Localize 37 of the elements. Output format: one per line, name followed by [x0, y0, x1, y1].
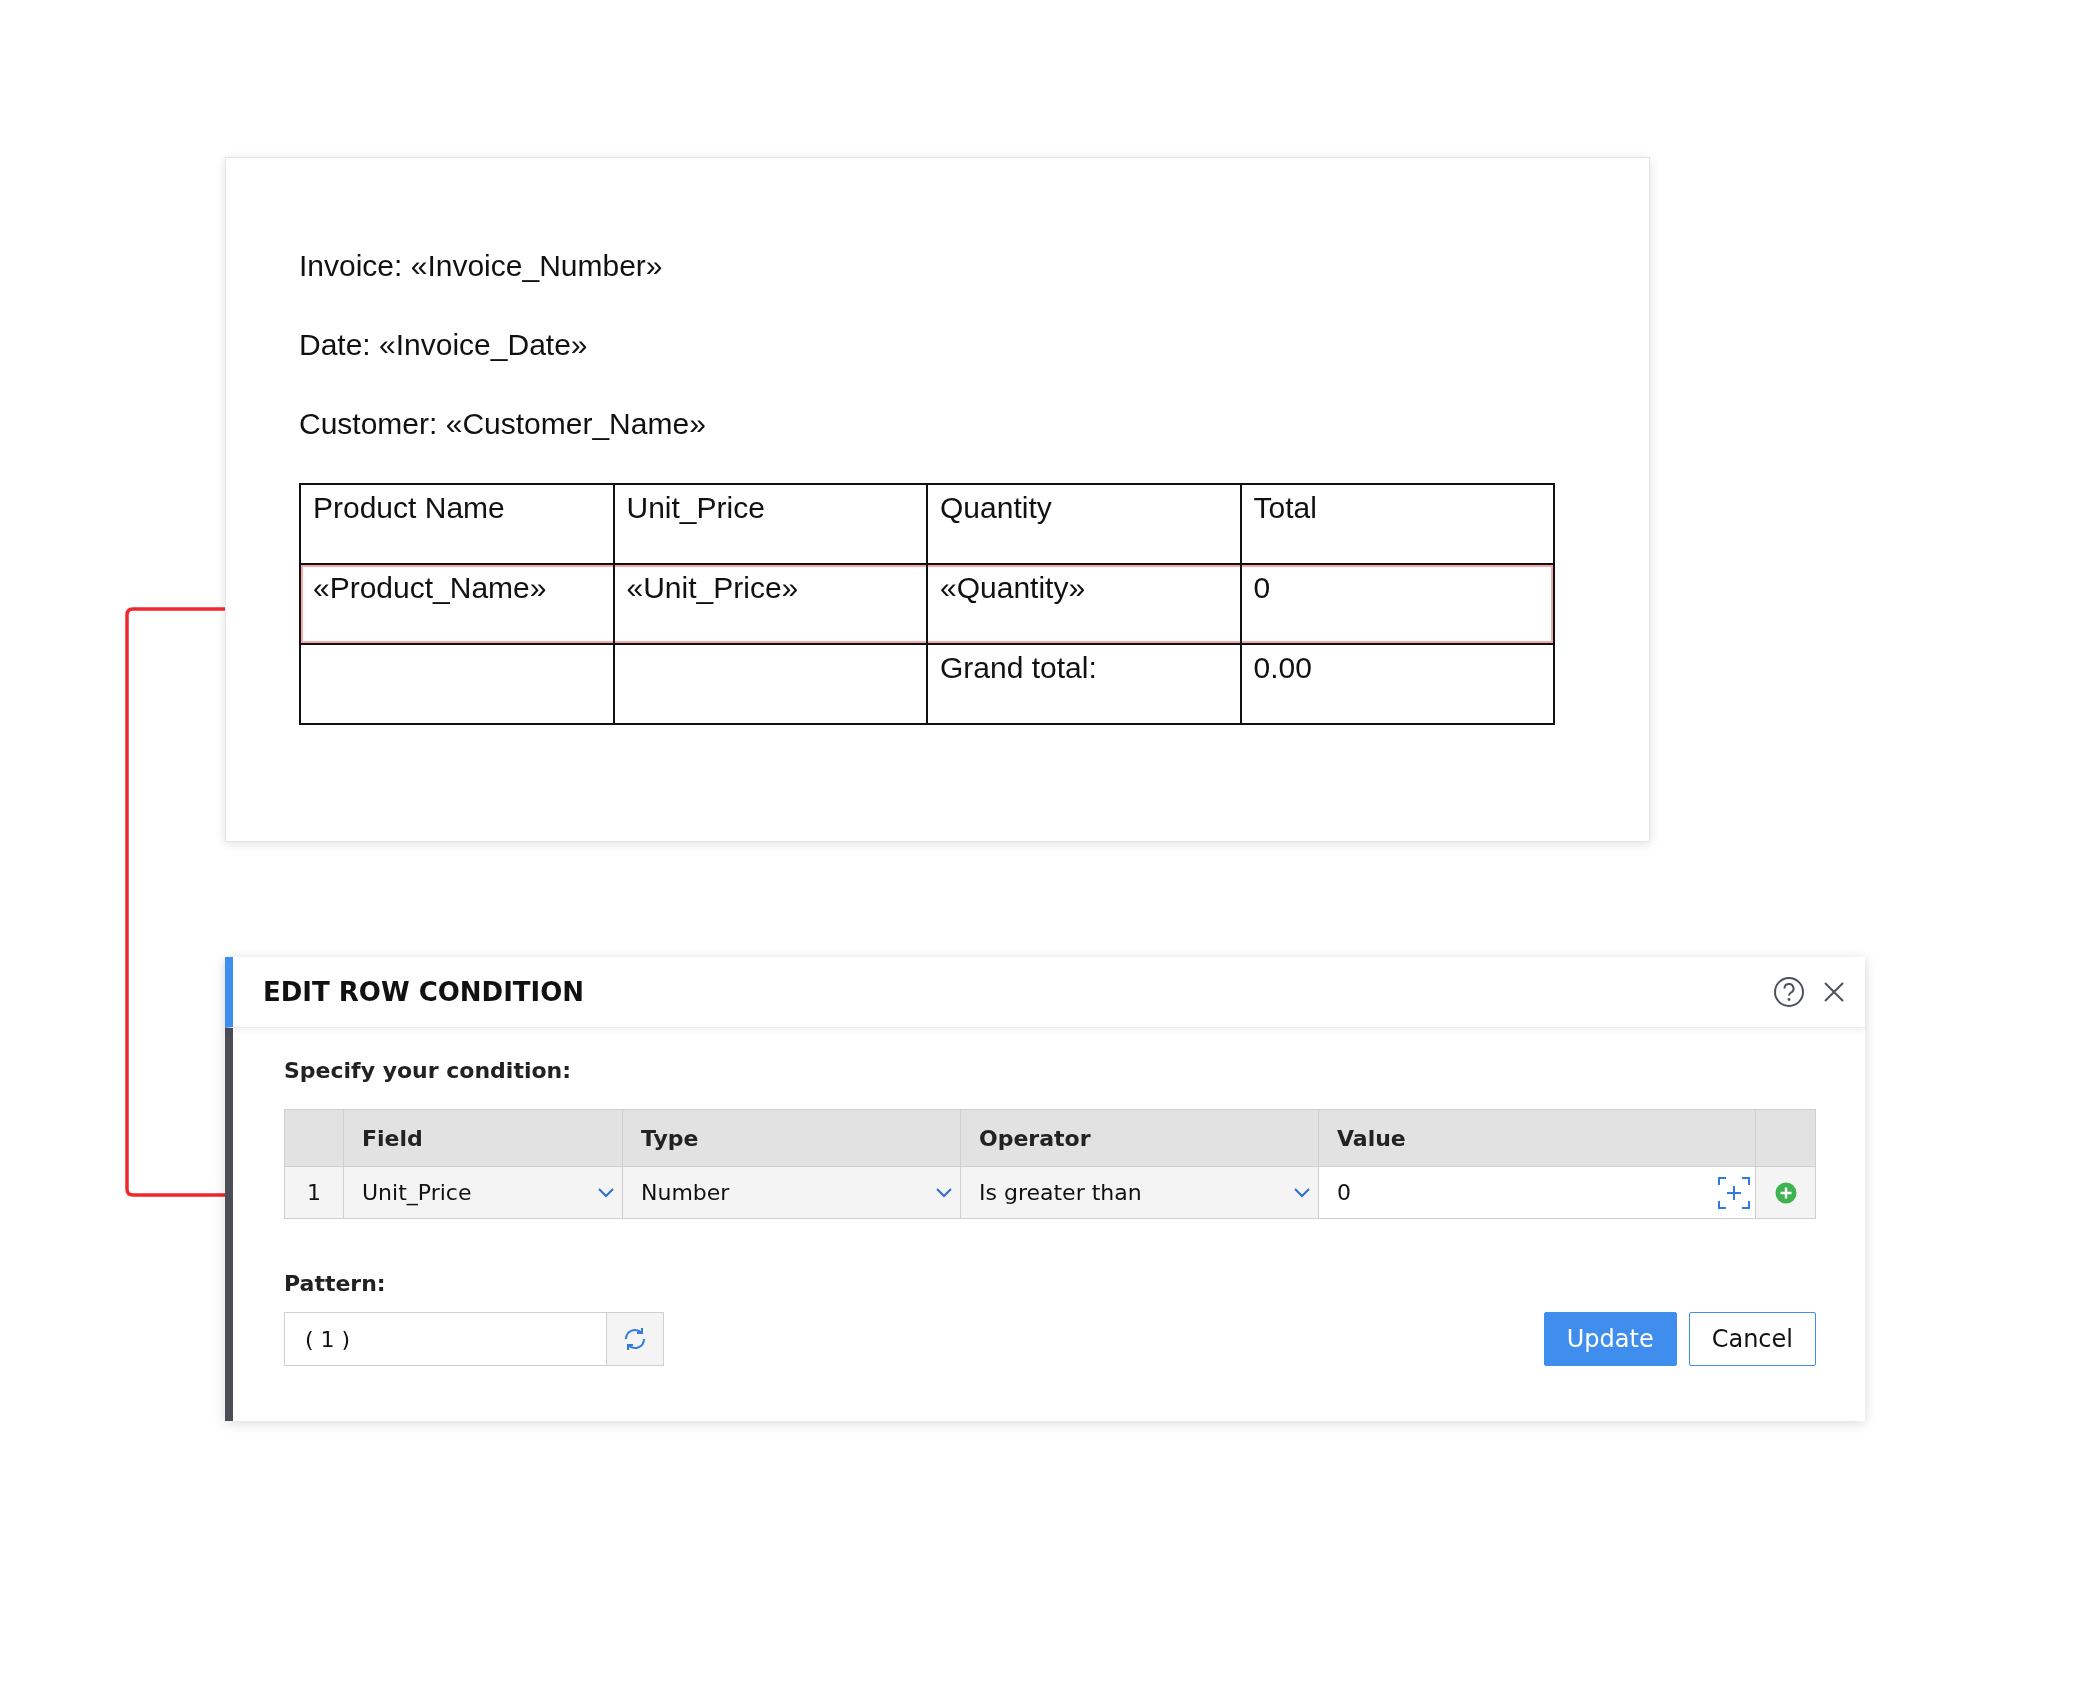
column-header: Value: [1318, 1110, 1755, 1166]
document-line: Customer: «Customer_Name»: [299, 408, 707, 440]
table-header-cell: Unit_Price: [613, 484, 927, 564]
dropdown[interactable]: Number: [622, 1166, 960, 1218]
document-line: Invoice: «Invoice_Number»: [299, 250, 664, 282]
row-number: 1: [285, 1166, 343, 1218]
refresh-icon: [622, 1326, 648, 1352]
table-cell: «Product_Name»: [300, 564, 614, 644]
cancel-button[interactable]: Cancel: [1688, 1312, 1816, 1366]
close-icon[interactable]: [1823, 981, 1845, 1003]
chevron-down-icon: [598, 1187, 614, 1198]
dropdown[interactable]: Unit_Price: [343, 1166, 622, 1218]
chevron-down-icon: [936, 1187, 952, 1198]
column-header: Operator: [960, 1110, 1318, 1166]
table-header-cell: Product Name: [300, 484, 614, 564]
help-icon[interactable]: [1773, 976, 1805, 1008]
column-header: Field: [343, 1110, 622, 1166]
table-cell: «Quantity»: [927, 564, 1241, 644]
value-field[interactable]: 0: [1318, 1166, 1755, 1218]
dropdown[interactable]: Is greater than: [960, 1166, 1318, 1218]
add-icon[interactable]: [1774, 1181, 1797, 1204]
table-cell: «Unit_Price»: [613, 564, 927, 644]
condition-prompt: Specify your condition:: [284, 1058, 573, 1083]
table-header-cell: Quantity: [927, 484, 1241, 564]
pattern-field[interactable]: ( 1 ): [284, 1312, 606, 1366]
dialog-title: EDIT ROW CONDITION: [263, 977, 585, 1007]
pattern-label: Pattern:: [284, 1271, 387, 1296]
document-line: Date: «Invoice_Date»: [299, 329, 589, 361]
table-header-cell: Total: [1240, 484, 1554, 564]
chevron-down-icon: [1294, 1187, 1310, 1198]
header-cell: [285, 1110, 343, 1166]
table-cell: Grand total:: [927, 644, 1241, 724]
table-cell: 0.00: [1240, 644, 1554, 724]
insert-field-icon[interactable]: [1717, 1175, 1751, 1210]
column-header: Type: [622, 1110, 960, 1166]
refresh-button[interactable]: [606, 1312, 664, 1366]
table-cell: 0: [1240, 564, 1554, 644]
